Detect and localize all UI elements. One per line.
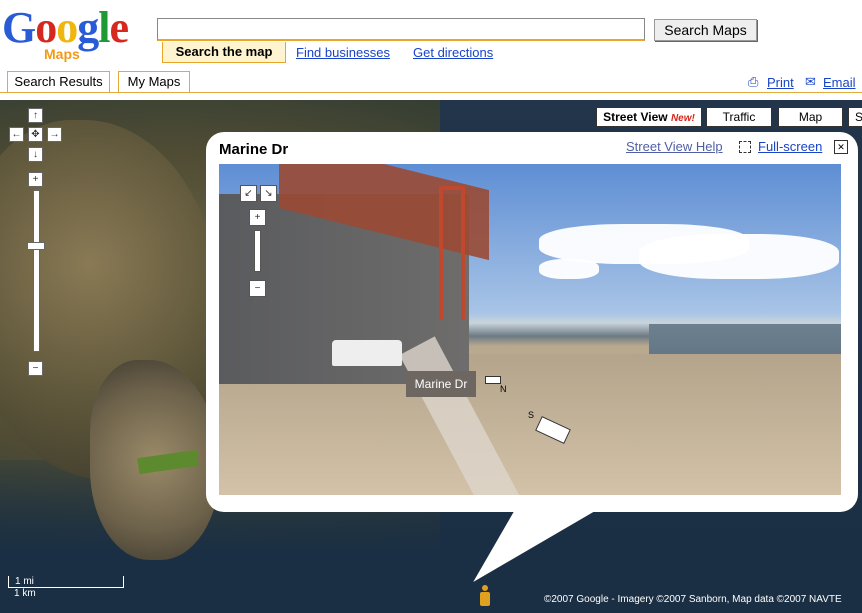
fullscreen-link[interactable]: Full-screen — [758, 139, 822, 154]
copyright-text: ©2007 Google - Imagery ©2007 Sanborn, Ma… — [544, 594, 842, 605]
logo-letter: o — [35, 3, 57, 52]
bubble-title: Marine Dr — [219, 141, 289, 158]
pegman-head — [482, 585, 488, 591]
logo-letter: G — [2, 3, 36, 52]
email-link[interactable]: Email — [823, 75, 856, 90]
logo-letter: o — [56, 3, 78, 52]
street-view-panorama[interactable]: Marine Dr N S — [219, 164, 841, 495]
compass-s: S — [528, 410, 535, 420]
logo-subtitle: Maps — [44, 46, 80, 62]
google-logo[interactable]: Google — [2, 3, 129, 52]
printer-icon[interactable]: ⎙ — [748, 74, 758, 90]
tab-search-the-map[interactable]: Search the map — [162, 42, 286, 63]
cloud — [539, 259, 599, 279]
logo-letter: e — [109, 3, 129, 52]
sv-pan-right-icon[interactable]: ↘ — [260, 185, 277, 202]
pegman-icon[interactable] — [480, 585, 490, 607]
envelope-icon[interactable]: ✉ — [805, 74, 816, 90]
map-button[interactable]: Map — [778, 107, 843, 127]
zoom-slider-handle[interactable] — [27, 242, 45, 250]
pegman-body — [480, 592, 490, 606]
header-divider — [0, 92, 862, 93]
header: Google Maps Search Maps Search the map F… — [0, 0, 862, 100]
navigate-north-arrow-icon[interactable] — [485, 376, 501, 384]
logo-letter: l — [98, 3, 110, 52]
pan-center-icon[interactable]: ✥ — [28, 127, 43, 142]
satellite-button[interactable]: S — [848, 107, 862, 127]
street-name-label: Marine Dr — [406, 371, 476, 397]
pan-left-icon[interactable]: ← — [9, 127, 24, 142]
scale-miles: 1 mi — [8, 576, 124, 588]
logo-letter: g — [77, 3, 99, 52]
tab-get-directions[interactable]: Get directions — [413, 45, 493, 60]
bridge-tower — [439, 186, 465, 320]
search-input[interactable] — [157, 18, 645, 41]
fullscreen-icon[interactable] — [739, 141, 751, 153]
zoom-slider-track[interactable] — [33, 190, 40, 352]
pan-up-icon[interactable]: ↑ — [28, 108, 43, 123]
cloud — [639, 234, 839, 279]
my-maps-tab[interactable]: My Maps — [118, 71, 190, 93]
zoom-out-icon[interactable]: − — [28, 361, 43, 376]
sv-zoom-in-icon[interactable]: + — [249, 209, 266, 226]
compass-n: N — [500, 384, 507, 394]
sv-zoom-out-icon[interactable]: − — [249, 280, 266, 297]
street-view-button[interactable]: Street View New! — [596, 107, 702, 127]
street-view-help-link[interactable]: Street View Help — [626, 139, 723, 154]
sv-zoom-track[interactable] — [254, 230, 261, 272]
tab-find-businesses[interactable]: Find businesses — [296, 45, 390, 60]
zoom-in-icon[interactable]: + — [28, 172, 43, 187]
print-link[interactable]: Print — [767, 75, 794, 90]
pan-down-icon[interactable]: ↓ — [28, 147, 43, 162]
search-maps-button[interactable]: Search Maps — [654, 19, 757, 41]
scale-km: 1 km — [14, 588, 36, 599]
map-scale: 1 mi 1 km — [8, 576, 124, 599]
traffic-button[interactable]: Traffic — [706, 107, 772, 127]
white-truck — [332, 340, 402, 366]
street-view-label: Street View — [603, 110, 668, 124]
new-badge: New! — [670, 113, 695, 124]
pan-right-icon[interactable]: → — [47, 127, 62, 142]
search-results-tab[interactable]: Search Results — [7, 71, 110, 93]
sv-pan-left-icon[interactable]: ↙ — [240, 185, 257, 202]
close-icon[interactable]: ✕ — [834, 140, 848, 154]
